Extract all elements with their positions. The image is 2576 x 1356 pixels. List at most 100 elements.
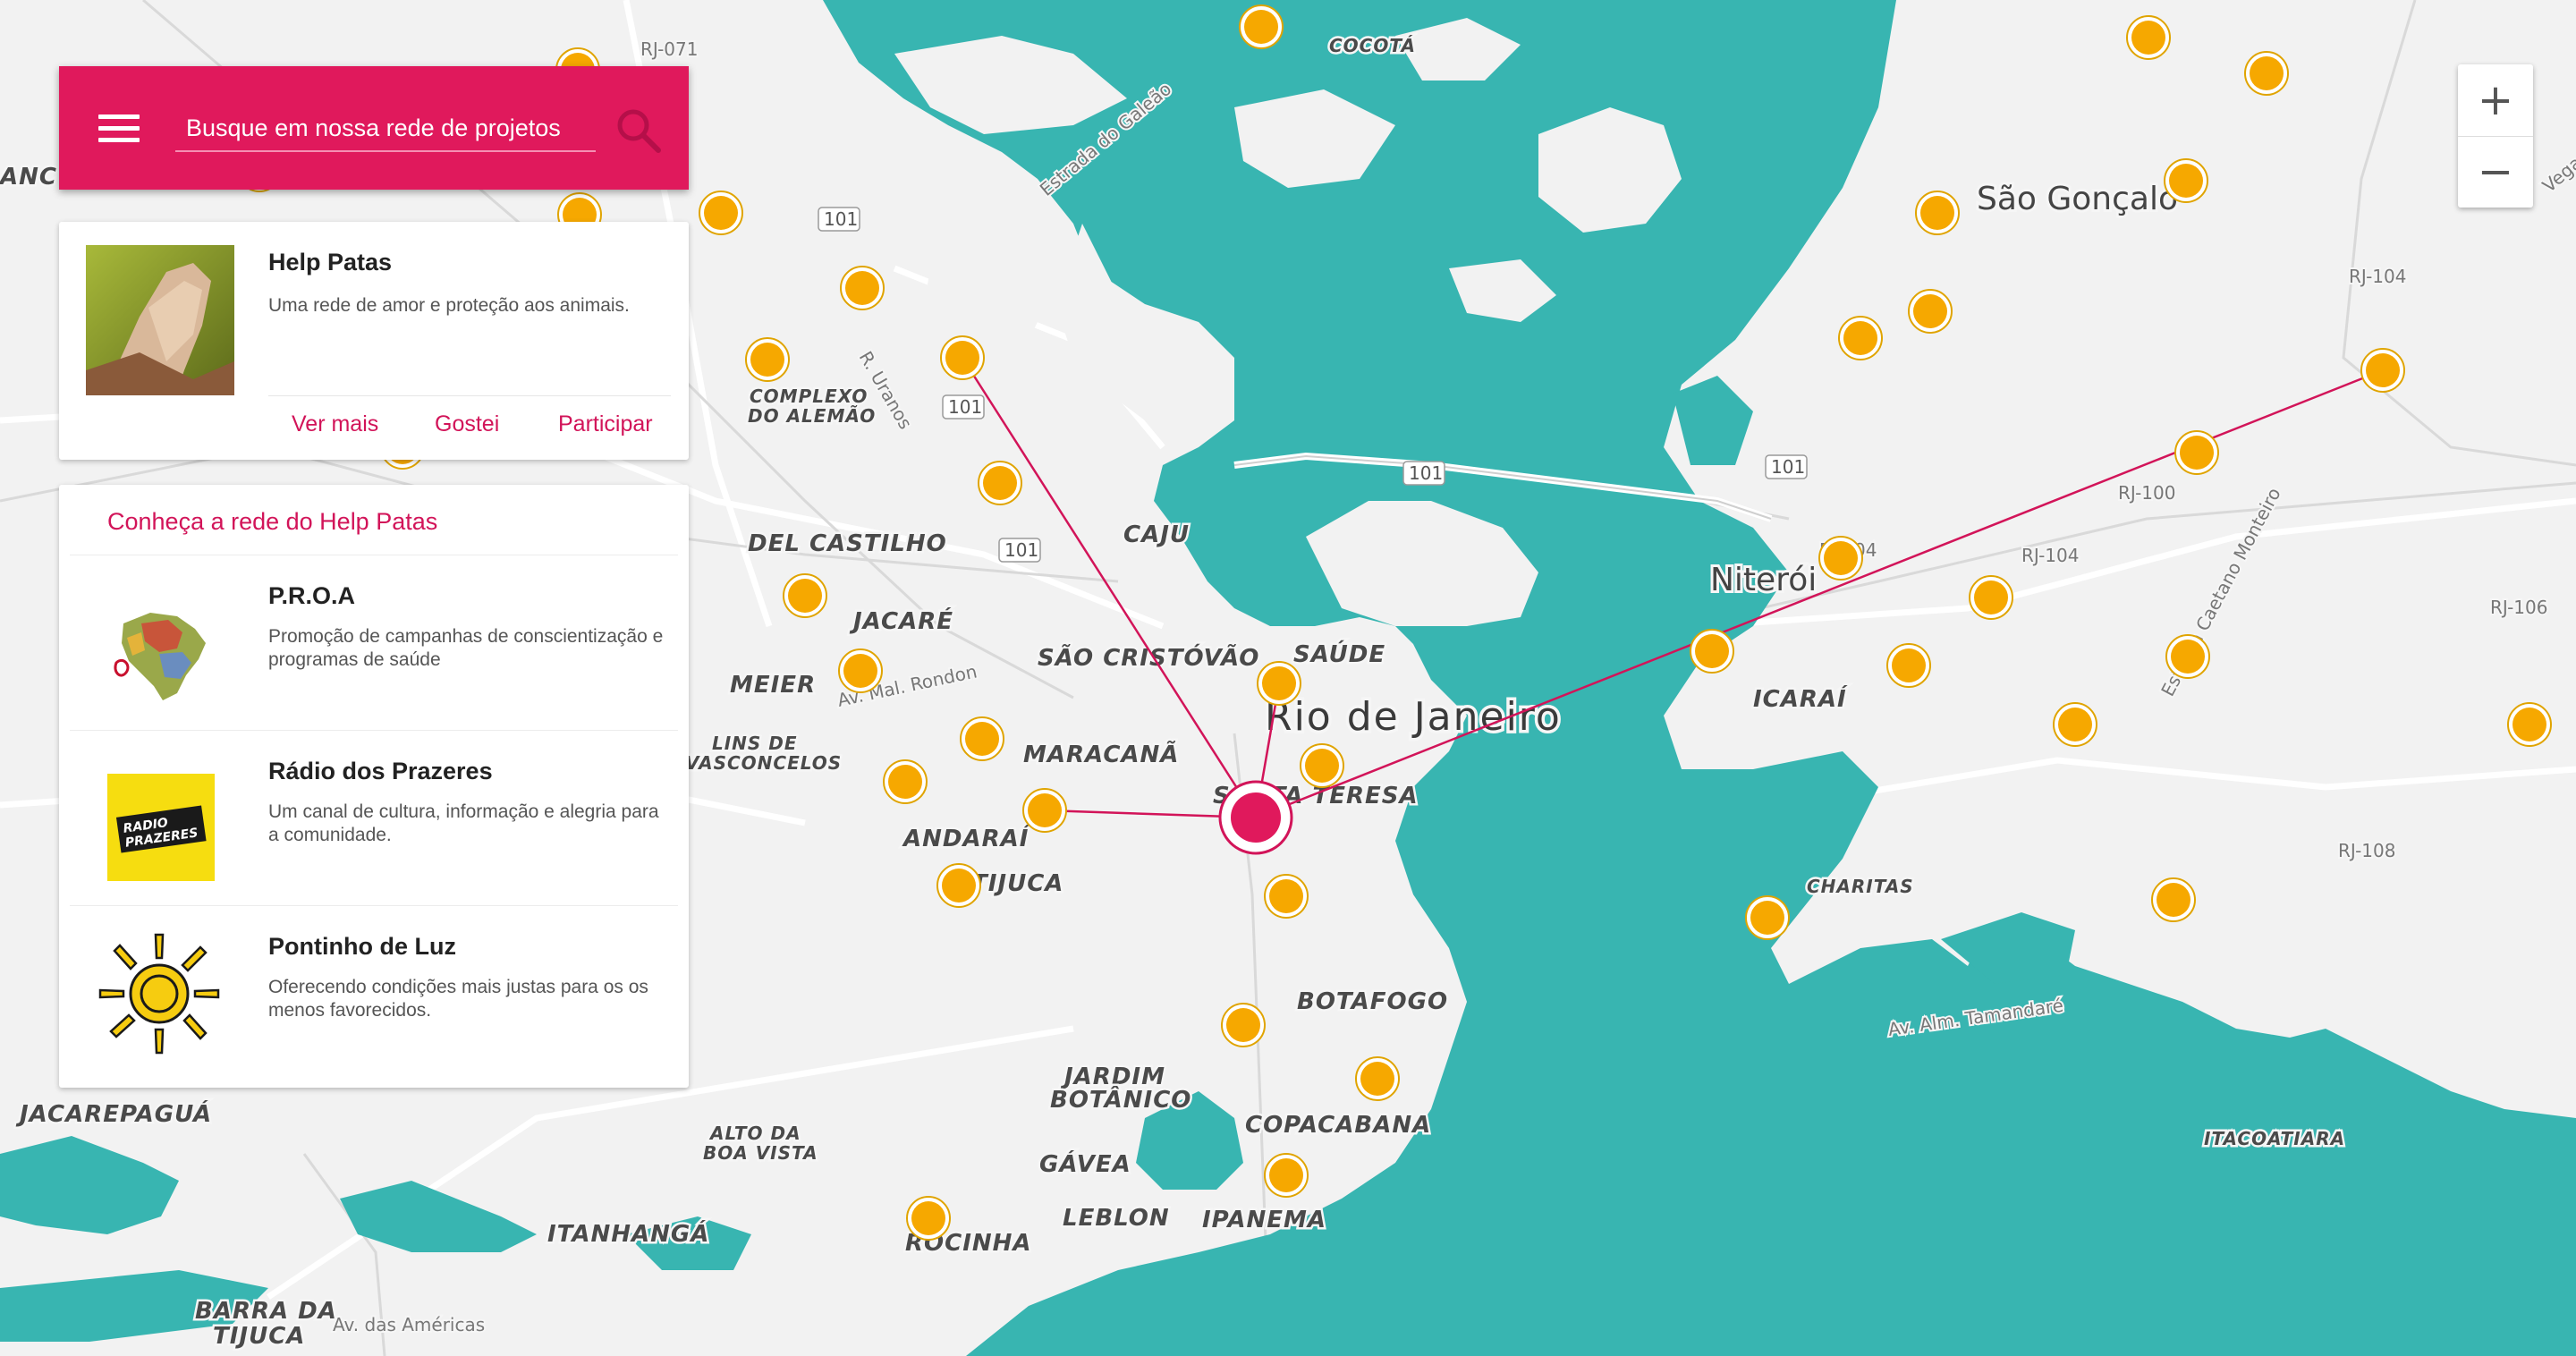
project-marker[interactable] (1886, 643, 1931, 688)
highway-shield-101: 101 (1765, 454, 1808, 479)
gostei-button[interactable]: Gostei (435, 411, 499, 437)
project-marker[interactable] (2053, 702, 2097, 747)
network-item-radio-prazeres[interactable]: RADIO PRAZERES Rádio dos Prazeres Um can… (70, 730, 678, 906)
project-marker[interactable] (2126, 15, 2171, 60)
project-marker[interactable] (906, 1196, 951, 1241)
project-marker[interactable] (840, 266, 885, 310)
road-label: RJ-071 (640, 38, 698, 60)
radio-prazeres-logo: RADIO PRAZERES (107, 774, 215, 881)
project-marker[interactable] (1221, 1003, 1266, 1047)
search-placeholder: Busque em nossa rede de projetos (186, 114, 561, 141)
network-item-description: Um canal de cultura, informação e alegri… (268, 801, 659, 845)
project-marker[interactable] (2174, 430, 2219, 475)
project-marker[interactable] (2244, 51, 2289, 96)
network-item-pontinho-de-luz[interactable]: Pontinho de Luz Oferecendo condições mai… (70, 905, 678, 1081)
participar-button[interactable]: Participar (558, 411, 653, 437)
svg-text:101: 101 (1409, 462, 1443, 484)
place-label: SAÚDE (1293, 640, 1385, 668)
project-marker[interactable] (1257, 661, 1301, 706)
city-label-sao-goncalo: São Gonçalo (1977, 181, 2178, 217)
network-item-description: Promoção de campanhas de conscientização… (268, 626, 664, 670)
zoom-out-button[interactable]: − (2458, 136, 2533, 208)
search-input[interactable]: Busque em nossa rede de projetos (175, 106, 596, 152)
svg-text:101: 101 (948, 396, 982, 418)
place-label: COPACABANA (1245, 1112, 1431, 1139)
project-marker[interactable] (783, 573, 827, 618)
network-item-proa[interactable]: P.R.O.A Promoção de campanhas de conscie… (70, 555, 678, 731)
highway-shield-101: 101 (818, 207, 860, 232)
place-label: BOTÂNICO (1050, 1085, 1191, 1114)
featured-title: Help Patas (268, 249, 393, 275)
place-label: VASCONCELOS (685, 752, 842, 774)
search-icon[interactable] (614, 106, 664, 156)
svg-text:101: 101 (824, 208, 858, 230)
network-item-description: Oferecendo condições mais justas para os… (268, 977, 648, 1021)
svg-text:101: 101 (1004, 539, 1038, 561)
search-bar: Busque em nossa rede de projetos (59, 66, 689, 190)
project-marker[interactable] (1022, 788, 1067, 833)
project-marker[interactable] (940, 335, 985, 380)
place-label: JACAREPAGUÁ (15, 1099, 212, 1128)
place-label: ICARAÍ (1753, 684, 1848, 713)
place-label: ANC (0, 164, 57, 191)
zoom-in-button[interactable]: + (2458, 64, 2533, 137)
place-label: ANDARAÍ (902, 824, 1030, 852)
brazil-map-icon (114, 613, 206, 700)
ver-mais-button[interactable]: Ver mais (292, 411, 378, 437)
highway-shield-101: 101 (942, 394, 985, 420)
project-marker[interactable] (745, 337, 790, 382)
network-title: Conheça a rede do Help Patas (107, 508, 438, 535)
road-label: RJ-106 (2490, 597, 2547, 618)
place-label: CHARITAS (1807, 876, 1914, 897)
project-marker[interactable] (1745, 895, 1790, 940)
project-marker[interactable] (1969, 575, 2013, 620)
place-label: ALTO DA (708, 1123, 801, 1144)
place-label: SÃO CRISTÓVÃO (1038, 643, 1259, 672)
menu-icon[interactable] (98, 114, 140, 143)
network-item-title: Pontinho de Luz (268, 933, 456, 960)
network-item-title: Rádio dos Prazeres (268, 758, 493, 784)
project-marker[interactable] (1300, 743, 1344, 788)
help-patas-photo (86, 245, 234, 395)
place-label: COMPLEXO (750, 386, 868, 407)
project-marker[interactable] (2151, 877, 2196, 922)
project-marker[interactable] (936, 863, 981, 908)
project-marker[interactable] (1690, 629, 1734, 674)
project-marker[interactable] (2165, 634, 2210, 679)
project-marker[interactable] (1908, 289, 1953, 334)
place-label: IPANEMA (1202, 1207, 1326, 1233)
road-label: Av. das Américas (333, 1314, 485, 1335)
place-label: TIJUCA (971, 870, 1063, 897)
project-marker[interactable] (1264, 874, 1309, 919)
place-label: BOTAFOGO (1297, 988, 1448, 1015)
project-marker[interactable] (1264, 1153, 1309, 1198)
place-label: LINS DE (712, 733, 798, 754)
place-label: MEIER (730, 672, 816, 699)
project-marker[interactable] (883, 759, 928, 804)
road-label: RJ-104 (2349, 266, 2406, 287)
project-marker[interactable] (1915, 191, 1960, 235)
place-label: DO ALEMÃO (748, 405, 876, 427)
place-label: ITANHANGÁ (547, 1219, 709, 1248)
project-marker[interactable] (1818, 536, 1863, 581)
project-marker[interactable] (978, 461, 1022, 505)
project-marker[interactable] (699, 191, 743, 235)
place-label: BARRA DA (195, 1298, 337, 1325)
project-marker[interactable] (2507, 702, 2552, 747)
selected-project-marker[interactable] (1218, 780, 1293, 855)
place-label: LEBLON (1063, 1205, 1170, 1232)
project-marker[interactable] (1355, 1056, 1400, 1101)
zoom-control: + − (2458, 64, 2533, 208)
project-marker[interactable] (960, 716, 1004, 761)
network-card: Conheça a rede do Help Patas P.R.O.A Pro… (59, 485, 689, 1088)
project-marker[interactable] (838, 648, 883, 693)
place-label: MARACANÃ (1023, 740, 1179, 768)
project-marker[interactable] (1239, 4, 1284, 49)
place-label: DEL CASTILHO (748, 530, 947, 557)
network-item-title: P.R.O.A (268, 582, 356, 609)
project-marker[interactable] (1838, 316, 1883, 360)
city-label-niteroi: Niterói (1710, 562, 1817, 598)
project-marker[interactable] (2164, 158, 2208, 203)
sun-icon (98, 933, 220, 1055)
project-marker[interactable] (2360, 348, 2405, 393)
